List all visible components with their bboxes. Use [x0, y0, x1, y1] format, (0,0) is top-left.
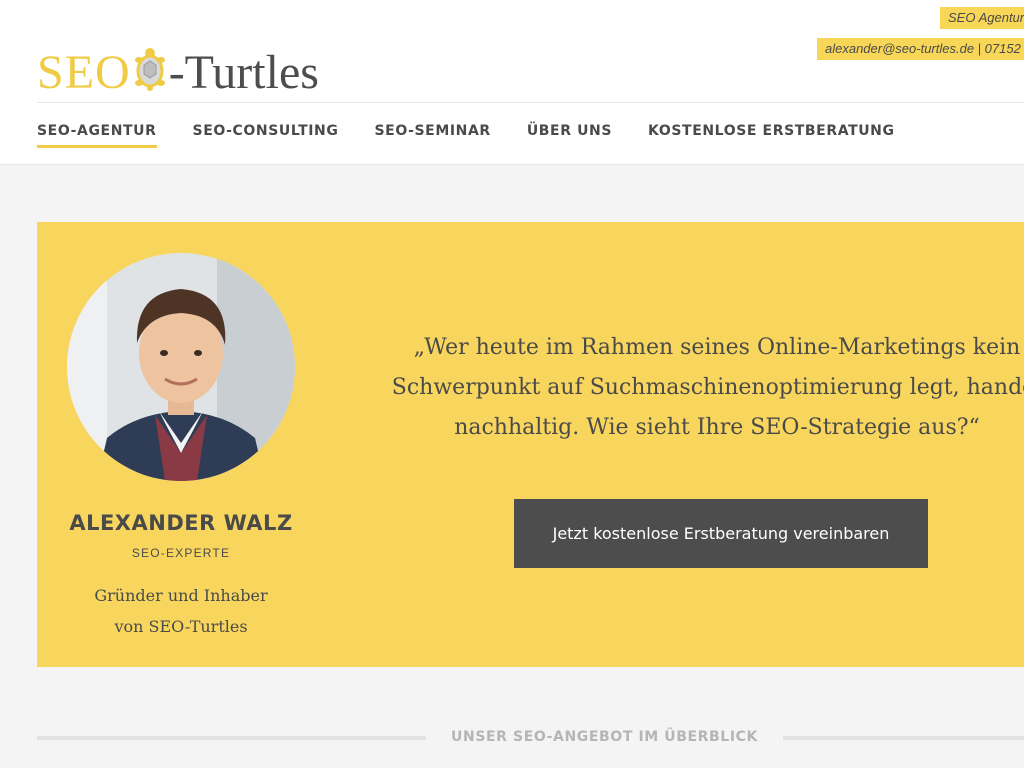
- nav-item-seo-agentur[interactable]: SEO-AGENTUR: [37, 123, 157, 148]
- nav-item-kostenlose-erstberatung[interactable]: KOSTENLOSE ERSTBERATUNG: [648, 123, 895, 148]
- main-nav: SEO-AGENTUR SEO-CONSULTING SEO-SEMINAR Ü…: [37, 123, 931, 148]
- avatar: [67, 253, 295, 481]
- agency-tag[interactable]: SEO Agentur: [940, 7, 1024, 29]
- person-description-line1: Gründer und Inhaber: [94, 586, 268, 605]
- hero-section: ALEXANDER WALZ SEO-EXPERTE Gründer und I…: [37, 222, 1024, 667]
- site-header: SEO Agentur alexander@seo-turtles.de | 0…: [0, 0, 1024, 165]
- person-name: ALEXANDER WALZ: [69, 511, 293, 535]
- nav-item-ueber-uns[interactable]: ÜBER UNS: [527, 123, 612, 148]
- contact-info[interactable]: alexander@seo-turtles.de | 07152: [817, 38, 1024, 60]
- turtle-logo-icon: [133, 47, 167, 98]
- section-title: UNSER SEO-ANGEBOT IM ÜBERBLICK: [451, 729, 758, 745]
- nav-item-seo-consulting[interactable]: SEO-CONSULTING: [193, 123, 339, 148]
- logo-seo-text: SEO: [37, 45, 131, 99]
- header-divider: [37, 102, 1024, 103]
- person-description: Gründer und Inhaber von SEO-Turtles: [37, 580, 325, 642]
- nav-item-seo-seminar[interactable]: SEO-SEMINAR: [374, 123, 490, 148]
- site-logo[interactable]: SEO -Turtles: [37, 42, 319, 102]
- quote-line1: „Wer heute im Rahmen seines Online-Marke…: [413, 335, 1021, 360]
- quote-line2: Schwerpunkt auf Suchmaschinenoptimierung…: [391, 375, 1024, 400]
- quote-text: „Wer heute im Rahmen seines Online-Marke…: [337, 328, 1024, 448]
- logo-turtles-text: -Turtles: [168, 45, 319, 99]
- quote-line3: nachhaltig. Wie sieht Ihre SEO-Strategie…: [454, 415, 980, 440]
- section-divider-right: [783, 736, 1024, 740]
- cta-button[interactable]: Jetzt kostenlose Erstberatung vereinbare…: [514, 499, 928, 568]
- person-role: SEO-EXPERTE: [131, 546, 231, 560]
- person-description-line2: von SEO-Turtles: [114, 617, 248, 636]
- section-divider-left: [37, 736, 426, 740]
